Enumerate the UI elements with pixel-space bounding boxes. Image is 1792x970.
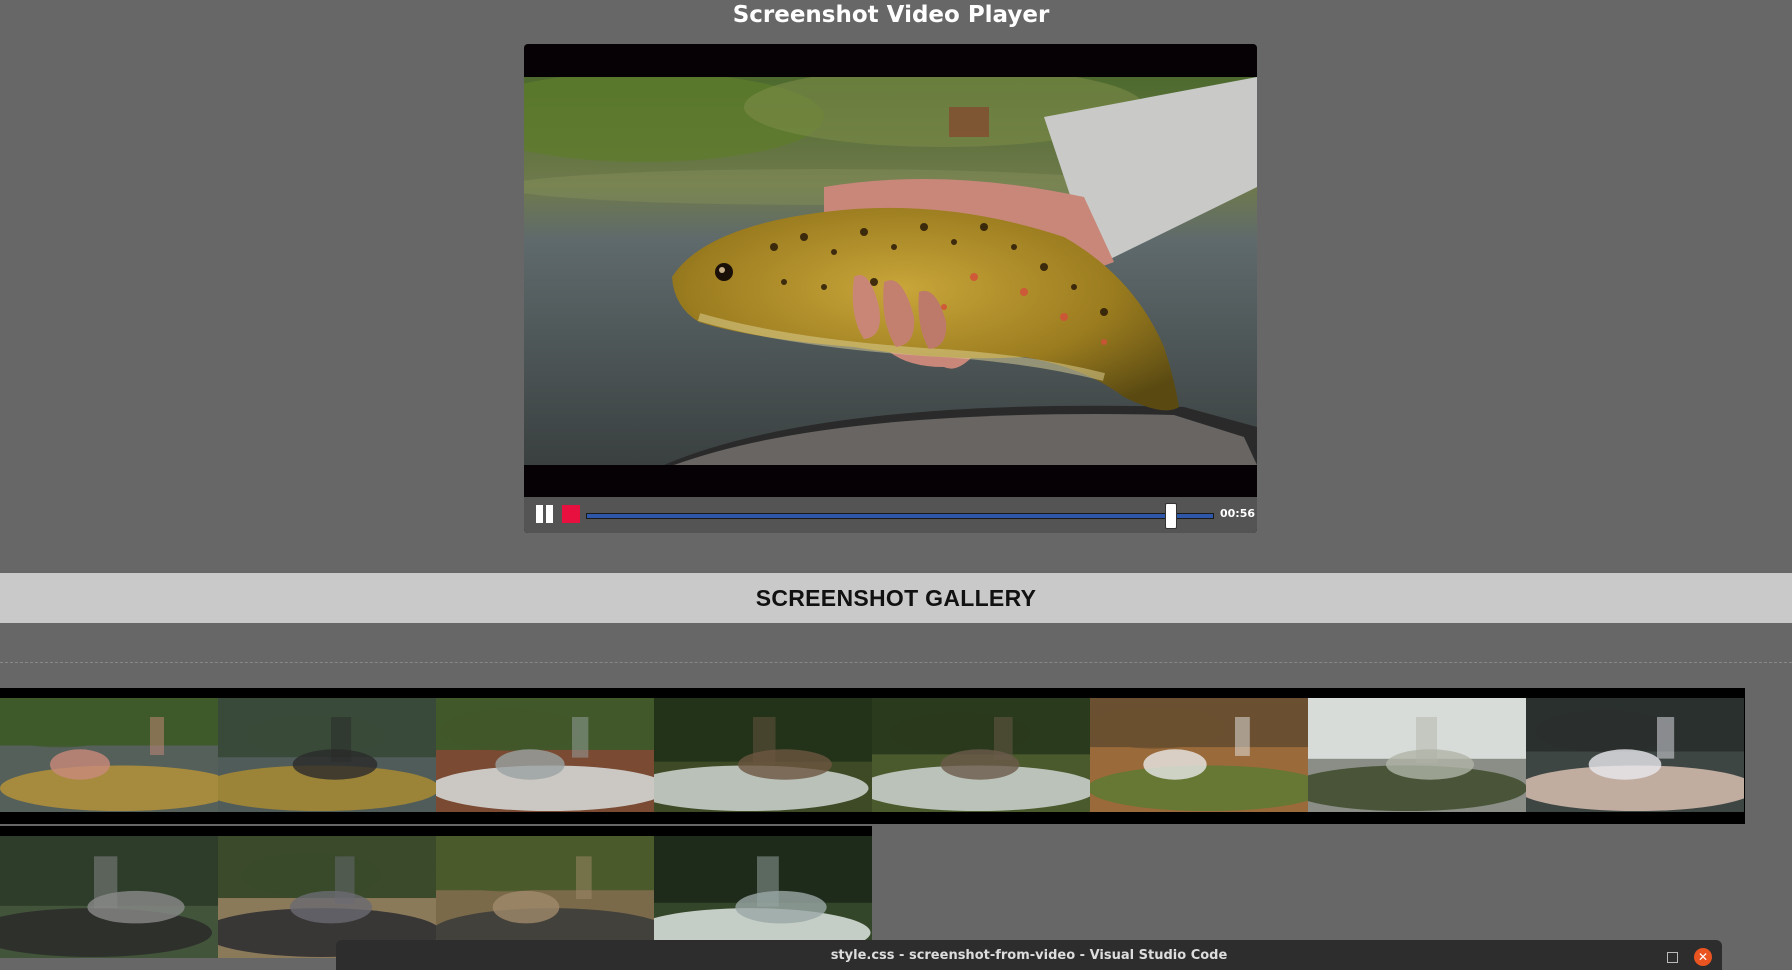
seek-bar[interactable] (586, 503, 1214, 529)
gallery-thumbnail[interactable] (1526, 698, 1744, 812)
vscode-window-title: style.css - screenshot-from-video - Visu… (830, 948, 1228, 963)
gallery-thumbnail[interactable] (436, 698, 654, 812)
gallery-thumbnail[interactable] (872, 698, 1090, 812)
video-frame[interactable] (524, 77, 1257, 465)
close-icon[interactable]: ✕ (1694, 948, 1712, 966)
thumbnail-row (0, 688, 1745, 824)
video-controls: 00:56 (524, 497, 1257, 533)
time-readout: 00:56 (1220, 507, 1256, 520)
gallery-thumbnail[interactable] (0, 836, 218, 958)
gallery-heading: SCREENSHOT GALLERY (0, 573, 1792, 623)
thumbnail-row (0, 826, 872, 958)
gallery-thumbnail[interactable] (654, 698, 872, 812)
video-player[interactable]: 00:56 (524, 44, 1257, 533)
gallery-thumbnail[interactable] (1308, 698, 1526, 812)
gallery-thumbnail[interactable] (0, 698, 218, 812)
page-title: Screenshot Video Player (732, 2, 1050, 28)
gallery-thumbnail[interactable] (1090, 698, 1308, 812)
stop-icon[interactable] (562, 505, 580, 523)
gallery-divider (0, 662, 1792, 663)
pause-icon[interactable] (536, 505, 556, 523)
gallery-thumbnail[interactable] (218, 698, 436, 812)
vscode-window-titlebar[interactable]: style.css - screenshot-from-video - Visu… (336, 940, 1722, 970)
seek-handle[interactable] (1165, 503, 1178, 529)
